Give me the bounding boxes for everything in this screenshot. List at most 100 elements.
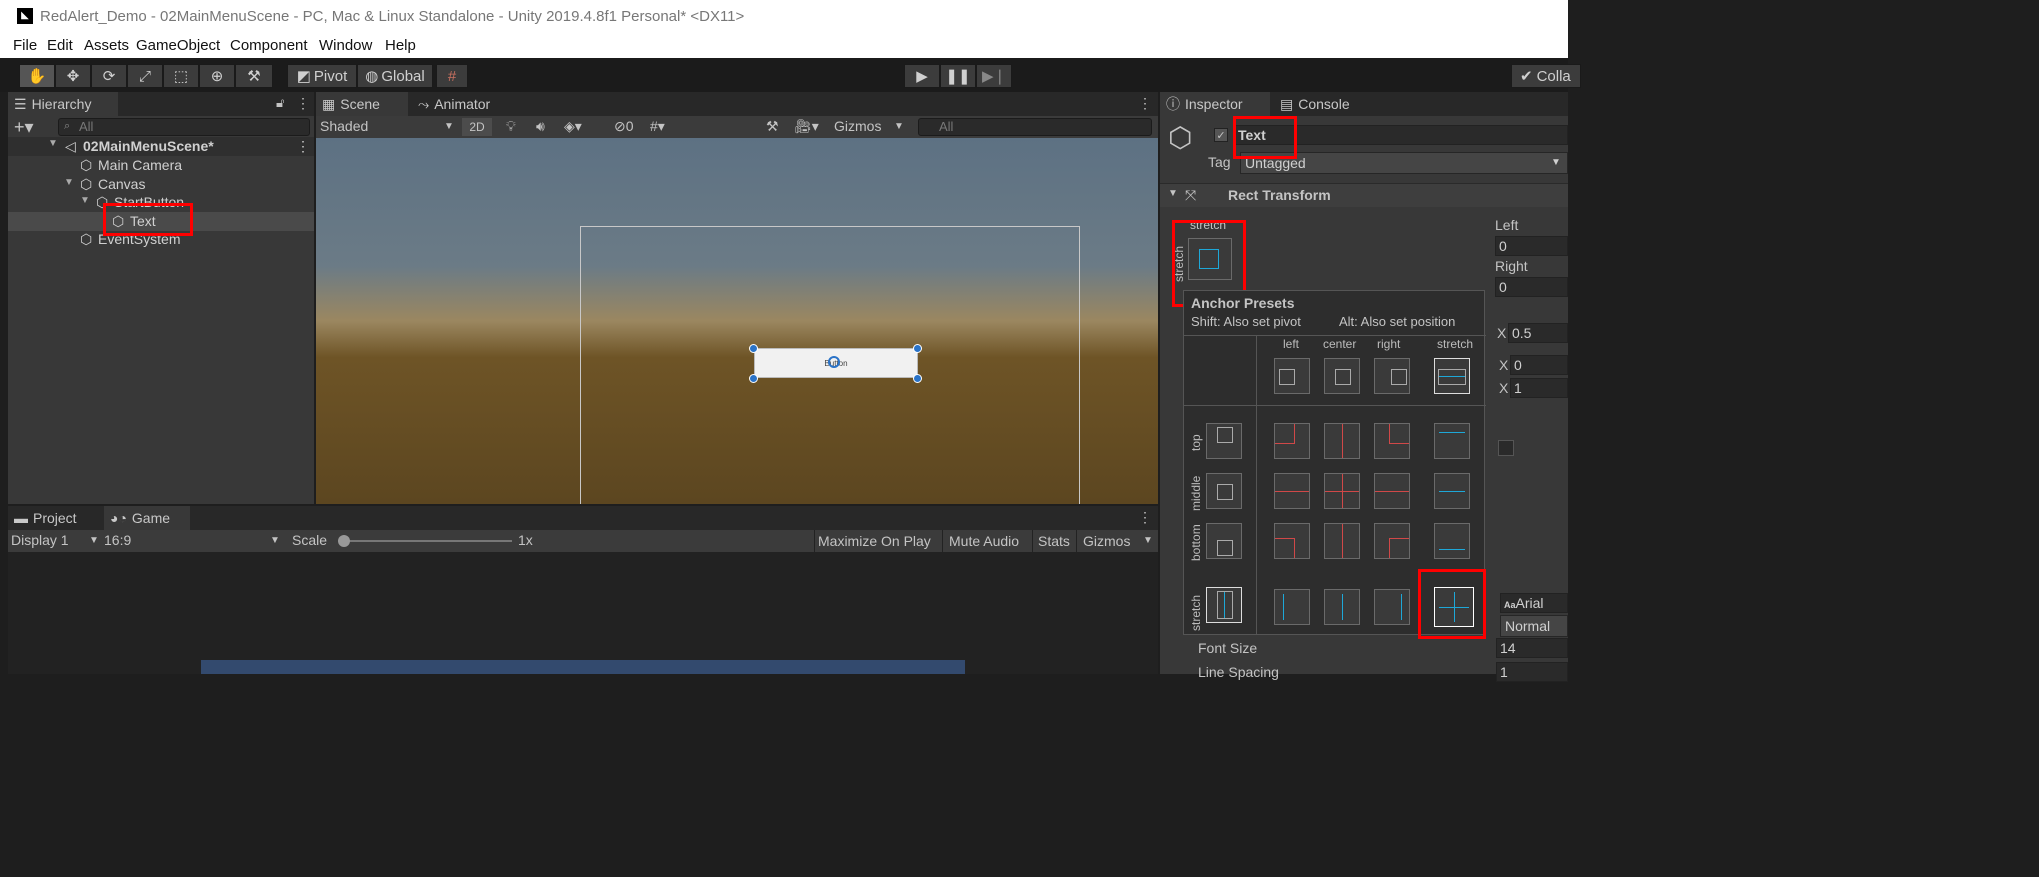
preset-header-right[interactable] <box>1374 358 1410 394</box>
gizmos-dropdown[interactable]: Gizmos ▼ <box>834 118 906 134</box>
pivot-x-input[interactable]: 1 <box>1510 378 1568 398</box>
tab-project[interactable]: ▬ Project <box>8 506 98 530</box>
preset-bottom-left[interactable] <box>1274 523 1310 559</box>
hierarchy-search-input[interactable]: All <box>58 118 310 136</box>
scale-slider-thumb[interactable] <box>338 535 350 547</box>
font-size-input[interactable]: 14 <box>1496 638 1568 658</box>
preset-bottom-stretch[interactable] <box>1434 523 1470 559</box>
camera-icon[interactable]: 🎥︎▾ <box>794 118 819 135</box>
font-style-dropdown[interactable]: Normal <box>1500 615 1568 637</box>
active-checkbox[interactable]: ✓ <box>1214 128 1228 142</box>
preset-middle-left[interactable] <box>1274 473 1310 509</box>
menu-edit[interactable]: Edit <box>47 37 73 54</box>
maximize-on-play-button[interactable]: Maximize On Play <box>814 530 939 552</box>
menu-help[interactable]: Help <box>385 37 416 54</box>
handle-tr[interactable] <box>913 344 922 353</box>
hierarchy-item-startbutton[interactable]: ▼ ⬡ StartButton <box>8 193 314 212</box>
pause-button[interactable]: ❚❚ <box>940 64 976 88</box>
rect-transform-header[interactable]: ▼ ⤧ Rect Transform <box>1160 183 1568 207</box>
hierarchy-item-main-camera[interactable]: ⬡ Main Camera <box>8 156 314 175</box>
handle-tl[interactable] <box>749 344 758 353</box>
preset-stretch-left[interactable] <box>1274 589 1310 625</box>
object-name-input[interactable]: Text <box>1234 125 1568 145</box>
preset-top-center[interactable] <box>1324 423 1360 459</box>
shading-dropdown[interactable]: Shaded ▼ <box>320 118 456 134</box>
move-tool-button[interactable]: ✥ <box>55 64 91 88</box>
tab-console[interactable]: ▤ Console <box>1274 92 1364 116</box>
transform-tool-button[interactable]: ⊕ <box>199 64 235 88</box>
mute-audio-button[interactable]: Mute Audio <box>942 530 1030 552</box>
rect-tool-button[interactable]: ⬚ <box>163 64 199 88</box>
preset-top-right[interactable] <box>1374 423 1410 459</box>
font-field[interactable]: AaArial <box>1500 593 1568 613</box>
scale-tool-button[interactable]: ⤢ <box>127 64 163 88</box>
preset-header-stretch[interactable] <box>1434 358 1470 394</box>
scale-slider-track[interactable] <box>344 540 512 542</box>
lock-icon[interactable]: 🔓︎ <box>276 95 284 111</box>
scene-more-icon[interactable]: ⋮ <box>296 138 310 155</box>
pivot-toggle[interactable]: ◩ Pivot <box>287 64 357 88</box>
preset-col-middle[interactable] <box>1206 473 1242 509</box>
scene-row[interactable]: ▼ ◁ 02MainMenuScene* ⋮ <box>8 137 314 156</box>
grid-visibility-icon[interactable]: #▾ <box>650 118 665 135</box>
tab-game[interactable]: ◕◔ Game <box>104 506 190 530</box>
rotate-tool-button[interactable]: ⟳ <box>91 64 127 88</box>
stats-button[interactable]: Stats <box>1032 530 1074 552</box>
tab-scene[interactable]: ▦ Scene <box>316 92 408 116</box>
play-button[interactable]: ▶ <box>904 64 940 88</box>
anchor-max-x-input[interactable]: 0 <box>1510 355 1568 375</box>
hidden-objects-icon[interactable]: ⊘0 <box>614 118 634 135</box>
lighting-icon[interactable]: 💡︎ <box>506 118 516 135</box>
add-icon[interactable]: +▾ <box>14 117 34 137</box>
preset-middle-center[interactable] <box>1324 473 1360 509</box>
preset-header-center[interactable] <box>1324 358 1360 394</box>
more-icon[interactable]: ⋮ <box>296 95 310 112</box>
preset-stretch-right[interactable] <box>1374 589 1410 625</box>
hierarchy-item-eventsystem[interactable]: ⬡ EventSystem <box>8 230 314 249</box>
global-toggle[interactable]: ◍ Global <box>357 64 433 88</box>
preset-top-stretch[interactable] <box>1434 423 1470 459</box>
hierarchy-item-text[interactable]: ⬡ Text <box>8 212 314 231</box>
hierarchy-item-canvas[interactable]: ▼ ⬡ Canvas <box>8 175 314 194</box>
anchor-preset-button[interactable] <box>1188 238 1232 280</box>
menu-gameobject[interactable]: GameObject <box>136 37 220 54</box>
collab-button[interactable]: ✔ Colla <box>1511 64 1581 88</box>
handle-br[interactable] <box>913 374 922 383</box>
preset-bottom-right[interactable] <box>1374 523 1410 559</box>
scene-more-icon[interactable]: ⋮ <box>1138 95 1152 112</box>
line-spacing-input[interactable]: 1 <box>1496 662 1568 682</box>
tab-animator[interactable]: ⤳ Animator <box>412 92 502 116</box>
left-input[interactable]: 0 <box>1495 236 1568 256</box>
tag-dropdown[interactable]: Untagged ▼ <box>1240 152 1568 174</box>
toggle-2d-button[interactable]: 2D <box>462 118 492 136</box>
tab-hierarchy[interactable]: ☰ Hierarchy <box>8 92 118 116</box>
grid-snap-button[interactable]: # <box>436 64 468 88</box>
scene-viewport[interactable]: Button <box>316 138 1158 504</box>
right-input[interactable]: 0 <box>1495 277 1568 297</box>
toggle-checkbox[interactable] <box>1498 440 1514 456</box>
preset-header-left[interactable] <box>1274 358 1310 394</box>
menu-assets[interactable]: Assets <box>84 37 129 54</box>
preset-middle-right[interactable] <box>1374 473 1410 509</box>
game-more-icon[interactable]: ⋮ <box>1138 509 1152 526</box>
pivot-handle[interactable] <box>828 356 840 368</box>
preset-stretch-center[interactable] <box>1324 589 1360 625</box>
preset-col-stretch[interactable] <box>1206 587 1242 623</box>
preset-middle-stretch[interactable] <box>1434 473 1470 509</box>
audio-icon[interactable]: 🔊︎ <box>536 118 545 135</box>
menu-window[interactable]: Window <box>319 37 372 54</box>
anchor-min-x-input[interactable]: 0.5 <box>1508 323 1568 343</box>
preset-top-left[interactable] <box>1274 423 1310 459</box>
scene-search-input[interactable]: All <box>918 118 1152 136</box>
game-gizmos-button[interactable]: Gizmos ▼ <box>1076 530 1158 552</box>
tools-icon[interactable]: ⚒ <box>766 118 779 135</box>
preset-stretch-stretch[interactable] <box>1434 587 1474 627</box>
display-dropdown[interactable]: Display 1 ▼ <box>11 532 103 548</box>
effects-icon[interactable]: ◈▾ <box>564 118 582 135</box>
hand-tool-button[interactable]: ✋ <box>19 64 55 88</box>
preset-col-top[interactable] <box>1206 423 1242 459</box>
menu-component[interactable]: Component <box>230 37 308 54</box>
preset-col-bottom[interactable] <box>1206 523 1242 559</box>
handle-bl[interactable] <box>749 374 758 383</box>
step-button[interactable]: ▶❘ <box>976 64 1012 88</box>
